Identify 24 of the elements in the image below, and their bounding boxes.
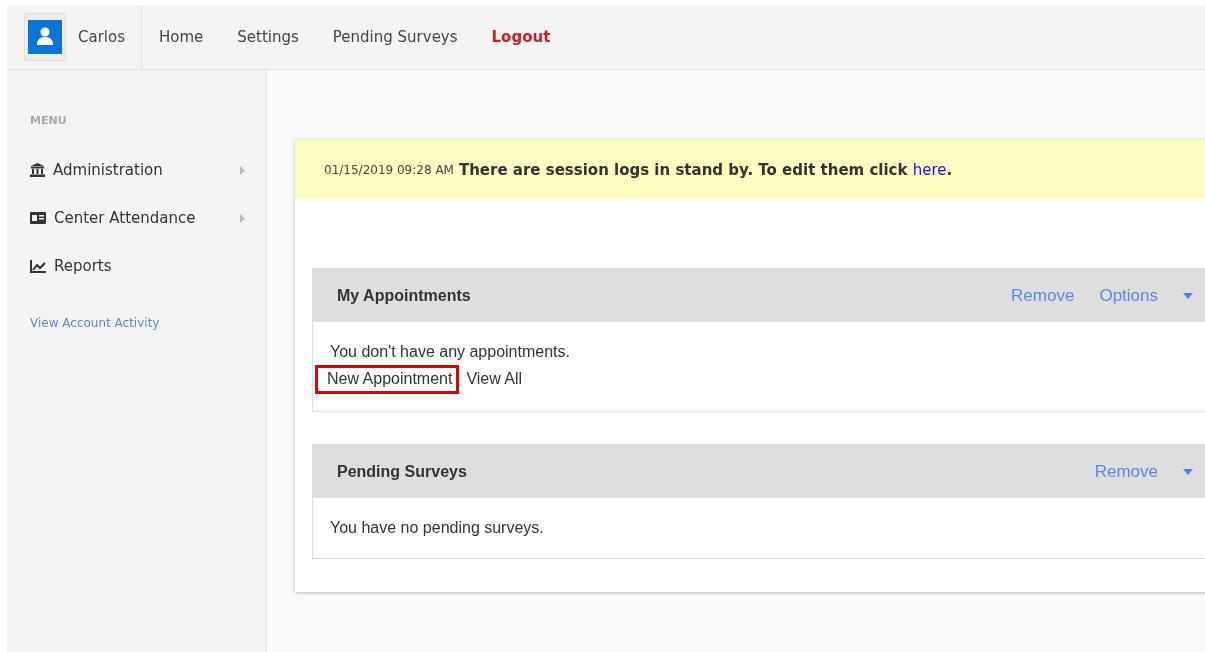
user-name[interactable]: Carlos: [78, 28, 125, 46]
panel-title: My Appointments: [337, 286, 471, 305]
nav-link[interactable]: Settings: [237, 28, 299, 46]
line-chart-icon: [30, 259, 46, 273]
panel-title: Pending Surveys: [337, 462, 467, 481]
caret-icon[interactable]: [1183, 468, 1193, 475]
logout-link[interactable]: Logout: [491, 28, 551, 46]
nav-link[interactable]: Home: [159, 28, 204, 46]
alert-timestamp: 01/15/2019 09:28 AM: [324, 162, 454, 177]
panel-message: You have no pending surveys.: [330, 519, 545, 538]
alert-message: There are session logs in stand by. To edit them click here.: [458, 160, 953, 179]
highlighted-link[interactable]: New Appointment: [315, 365, 460, 394]
caret-icon[interactable]: [1183, 292, 1193, 299]
sidebar-item[interactable]: Administration: [30, 146, 245, 194]
here-link[interactable]: here: [912, 160, 947, 179]
sidebar-item[interactable]: Reports: [30, 242, 245, 290]
nav-link[interactable]: Pending Surveys: [332, 28, 458, 46]
panel-message: You don't have any appointments.: [330, 343, 571, 362]
bank-icon: [30, 163, 45, 177]
panel-link[interactable]: View All: [466, 365, 527, 394]
menu-heading: MENU: [30, 114, 68, 129]
id-card-icon: [30, 212, 46, 224]
sidebar-item[interactable]: Center Attendance: [30, 194, 245, 242]
avatar-icon[interactable]: [24, 13, 66, 61]
